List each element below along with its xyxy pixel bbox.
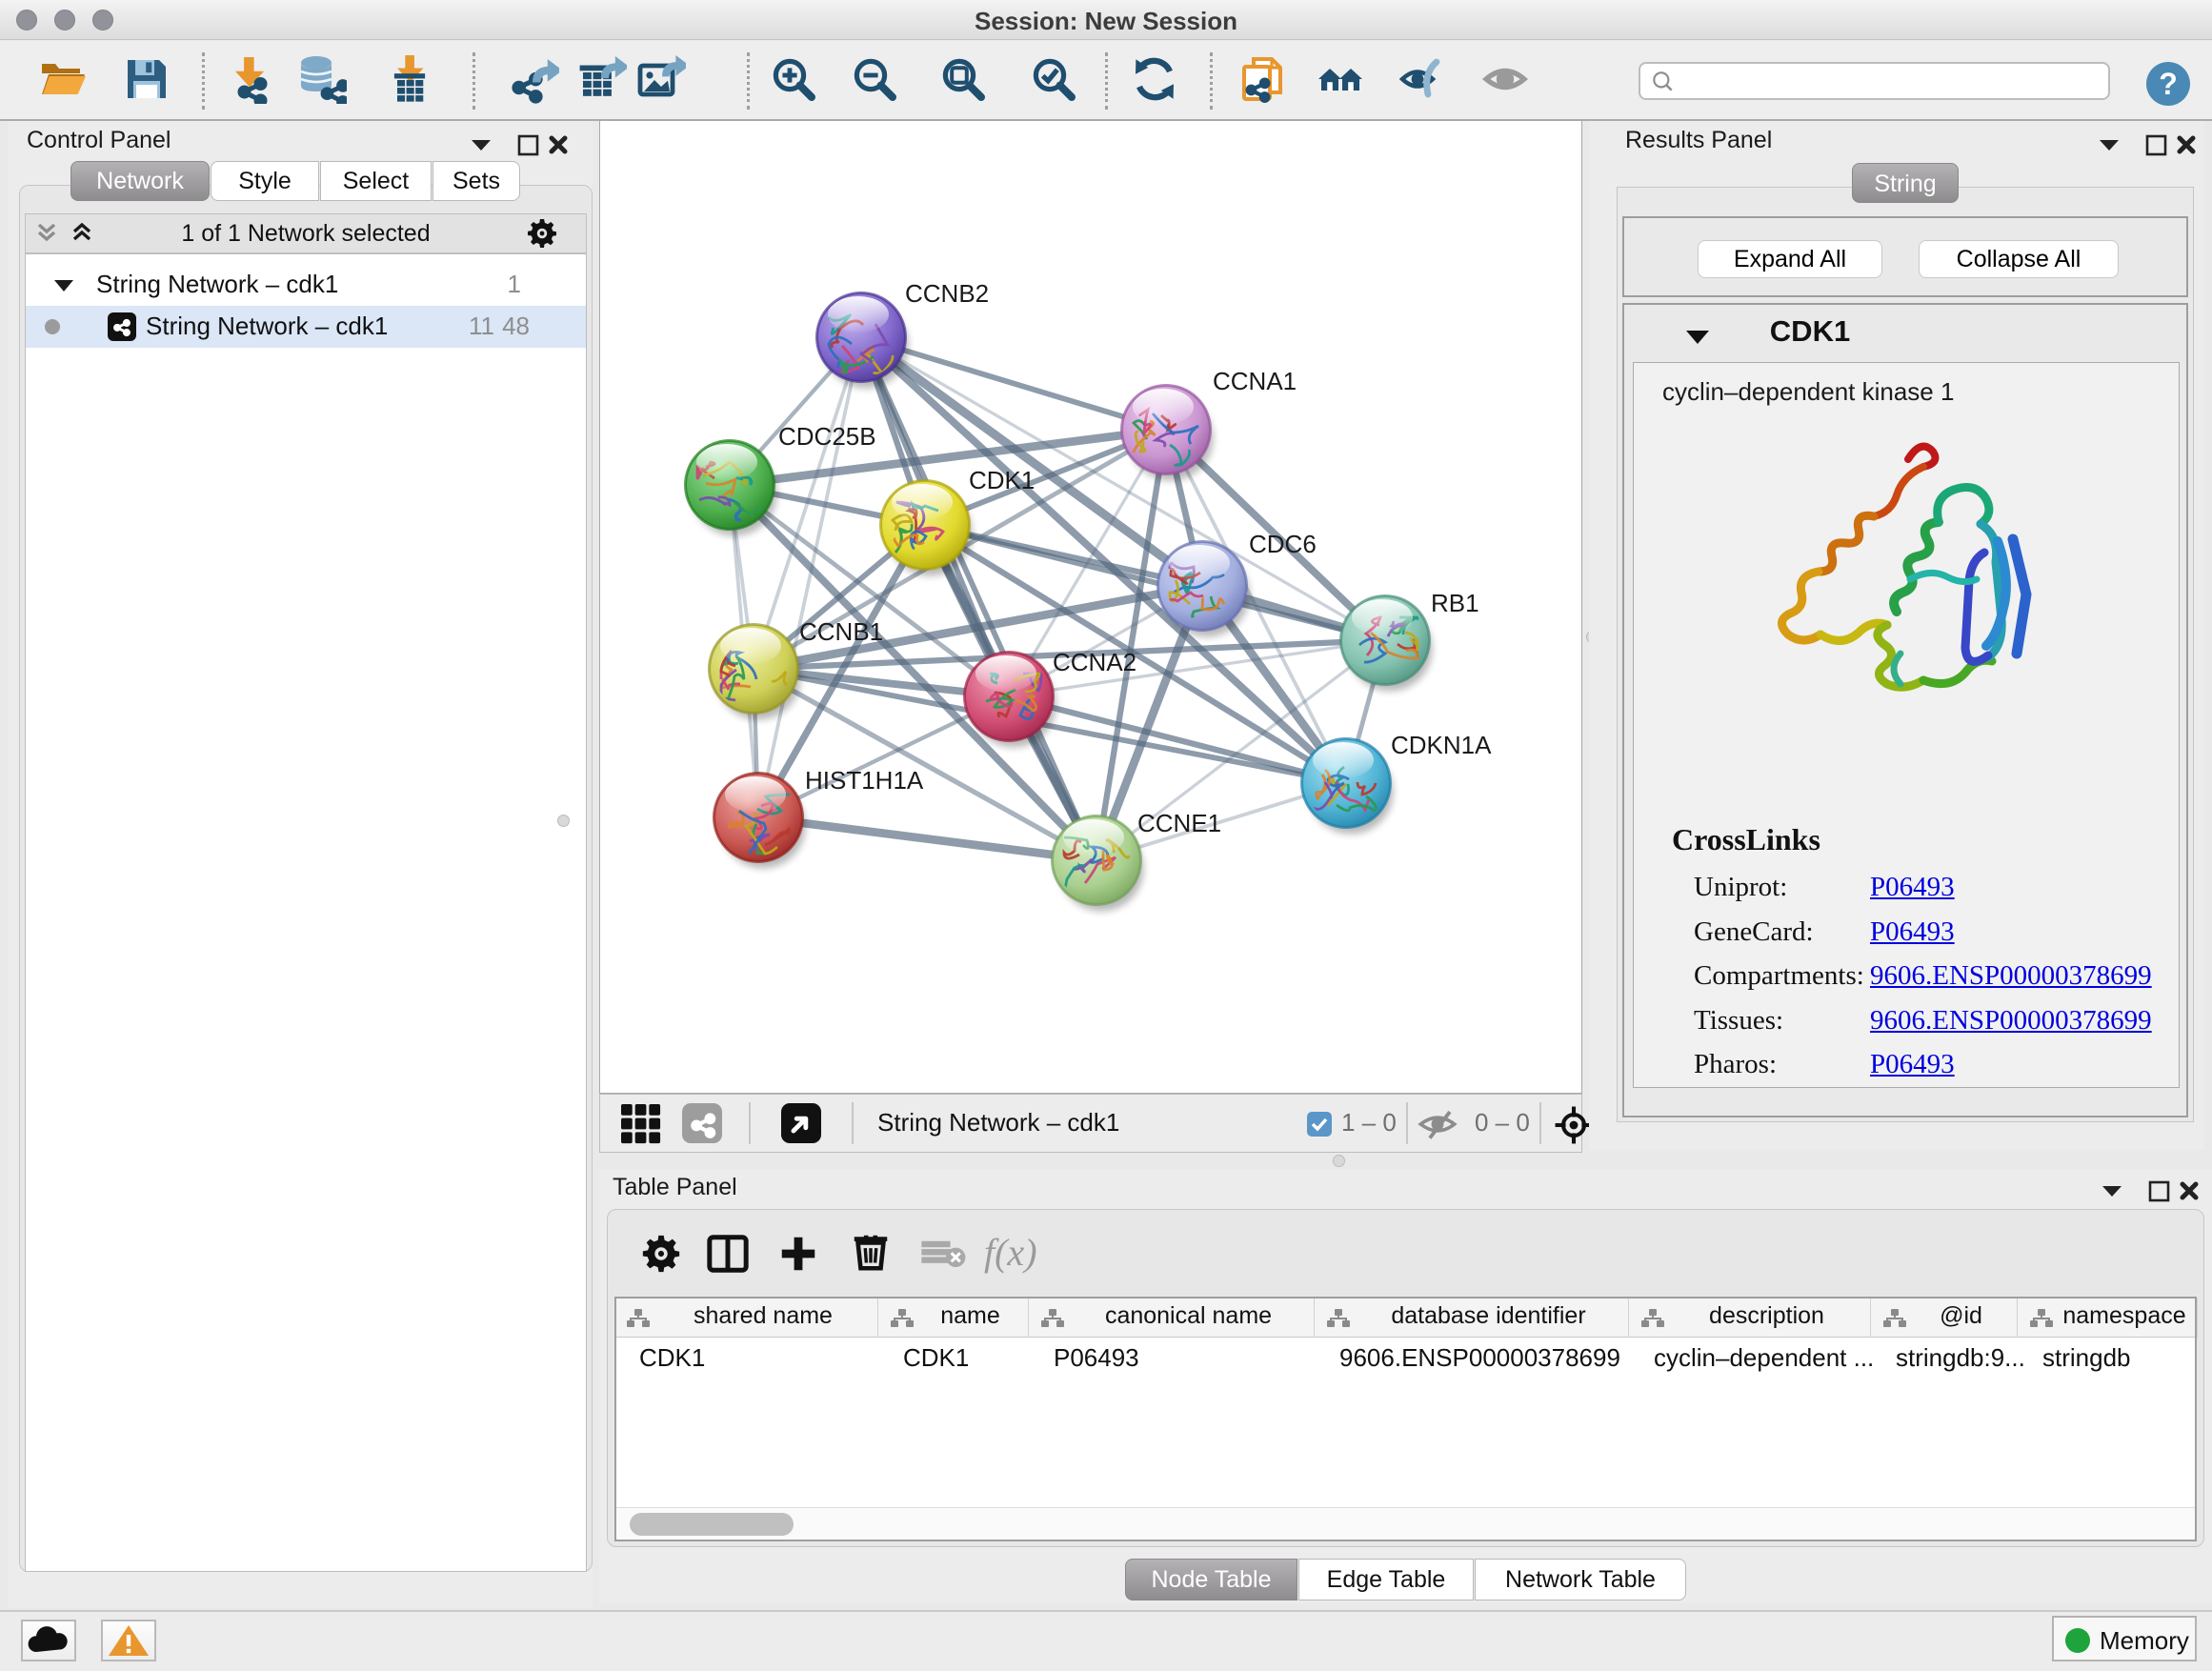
svg-text:CCNB1: CCNB1 xyxy=(799,617,883,646)
svg-text:CDC25B: CDC25B xyxy=(778,422,876,451)
svg-text:CDKN1A: CDKN1A xyxy=(1391,731,1492,759)
svg-text:CCNE1: CCNE1 xyxy=(1137,809,1221,837)
svg-text:RB1: RB1 xyxy=(1431,589,1479,617)
svg-text:HIST1H1A: HIST1H1A xyxy=(805,766,924,795)
svg-text:CCNB2: CCNB2 xyxy=(905,279,989,308)
svg-text:CCNA2: CCNA2 xyxy=(1053,648,1136,676)
svg-text:CCNA1: CCNA1 xyxy=(1213,367,1297,395)
svg-text:CDC6: CDC6 xyxy=(1249,530,1317,558)
svg-text:CDK1: CDK1 xyxy=(969,466,1035,494)
